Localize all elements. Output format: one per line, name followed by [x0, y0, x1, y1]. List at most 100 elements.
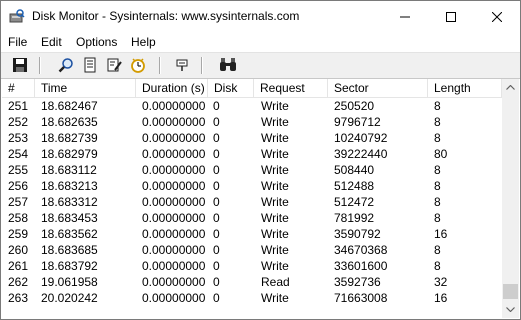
cell-duration: 0.00000000 — [142, 99, 206, 113]
disk-monitor-app-icon — [9, 9, 25, 25]
menu-edit[interactable]: Edit — [41, 35, 62, 49]
list-rows: 251 18.682467 0.00000000 0 Write 250520 8 252 18… — [2, 98, 502, 306]
highlight-icon[interactable] — [105, 56, 123, 74]
table-row[interactable]: 258 18.683453 0.00000000 0 Write 781992 8 — [2, 210, 502, 226]
event-list[interactable]: # Time Duration (s) Disk Request Sector … — [2, 79, 502, 318]
cell-sector: 508440 — [334, 163, 375, 177]
cell-time: 18.683453 — [41, 211, 98, 225]
close-button[interactable] — [474, 1, 520, 32]
cell-sector: 34670368 — [334, 243, 388, 257]
list-header: # Time Duration (s) Disk Request Sector … — [2, 79, 502, 98]
table-row[interactable]: 261 18.683792 0.00000000 0 Write 33601600 8 — [2, 258, 502, 274]
cell-disk: 0 — [213, 275, 220, 289]
save-icon[interactable] — [11, 56, 29, 74]
menu-help[interactable]: Help — [131, 35, 156, 49]
cell-sector: 3592736 — [334, 275, 381, 289]
maximize-button[interactable] — [428, 1, 474, 32]
cell-request: Write — [261, 131, 289, 145]
cell-length: 8 — [434, 195, 441, 209]
table-row[interactable]: 254 18.682979 0.00000000 0 Write 39222440 80 — [2, 146, 502, 162]
maximize-icon — [446, 11, 456, 22]
cell-number: 257 — [8, 195, 29, 209]
vertical-scrollbar[interactable] — [502, 79, 519, 318]
table-row[interactable]: 259 18.683562 0.00000000 0 Write 3590792 16 — [2, 226, 502, 242]
cell-disk: 0 — [213, 115, 220, 129]
cell-duration: 0.00000000 — [142, 147, 206, 161]
cell-request: Write — [261, 211, 289, 225]
disk-monitor-window: Disk Monitor - Sysinternals: www.sysinte… — [0, 0, 521, 320]
cell-duration: 0.00000000 — [142, 115, 206, 129]
cell-disk: 0 — [213, 227, 220, 241]
cell-request: Write — [261, 195, 289, 209]
column-header-length[interactable]: Length — [428, 79, 502, 97]
cell-sector: 33601600 — [334, 259, 388, 273]
filter-icon[interactable] — [81, 56, 99, 74]
scroll-down-button[interactable] — [502, 301, 519, 318]
cell-time: 18.683685 — [41, 243, 98, 257]
cell-disk: 0 — [213, 147, 220, 161]
cell-length: 8 — [434, 115, 441, 129]
table-row[interactable]: 263 20.020242 0.00000000 0 Write 71663008 16 — [2, 290, 502, 306]
table-row[interactable]: 255 18.683112 0.00000000 0 Write 508440 8 — [2, 162, 502, 178]
scroll-up-button[interactable] — [502, 79, 519, 96]
column-header-number[interactable]: # — [2, 79, 35, 97]
table-row[interactable]: 253 18.682739 0.00000000 0 Write 10240792 8 — [2, 130, 502, 146]
find-icon[interactable] — [219, 56, 237, 74]
cell-disk: 0 — [213, 179, 220, 193]
capture-icon[interactable] — [173, 56, 191, 74]
cell-duration: 0.00000000 — [142, 131, 206, 145]
table-row[interactable]: 257 18.683312 0.00000000 0 Write 512472 8 — [2, 194, 502, 210]
column-header-disk[interactable]: Disk — [208, 79, 254, 97]
cell-length: 16 — [434, 227, 448, 241]
menu-options[interactable]: Options — [76, 35, 117, 49]
cell-duration: 0.00000000 — [142, 243, 206, 257]
cell-number: 256 — [8, 179, 29, 193]
cell-duration: 0.00000000 — [142, 259, 206, 273]
cell-request: Write — [261, 227, 289, 241]
column-header-time[interactable]: Time — [35, 79, 136, 97]
column-header-sector[interactable]: Sector — [328, 79, 428, 97]
cell-sector: 71663008 — [334, 291, 388, 305]
cell-sector: 9796712 — [334, 115, 381, 129]
title-bar[interactable]: Disk Monitor - Sysinternals: www.sysinte… — [1, 1, 520, 32]
toolbar-separator — [39, 57, 41, 74]
cell-disk: 0 — [213, 131, 220, 145]
cell-length: 8 — [434, 259, 441, 273]
cell-disk: 0 — [213, 259, 220, 273]
clock-icon[interactable] — [129, 56, 147, 74]
table-row[interactable]: 252 18.682635 0.00000000 0 Write 9796712 8 — [2, 114, 502, 130]
cell-time: 18.682467 — [41, 99, 98, 113]
cell-length: 8 — [434, 179, 441, 193]
cell-sector: 512488 — [334, 179, 375, 193]
chevron-up-icon — [506, 85, 515, 90]
table-row[interactable]: 256 18.683213 0.00000000 0 Write 512488 8 — [2, 178, 502, 194]
cell-time: 18.683213 — [41, 179, 98, 193]
scroll-thumb[interactable] — [503, 284, 518, 299]
column-header-duration[interactable]: Duration (s) — [136, 79, 208, 97]
cell-length: 8 — [434, 243, 441, 257]
cell-duration: 0.00000000 — [142, 227, 206, 241]
cell-number: 254 — [8, 147, 29, 161]
cell-number: 258 — [8, 211, 29, 225]
cell-length: 8 — [434, 131, 441, 145]
cell-time: 20.020242 — [41, 291, 98, 305]
cell-number: 262 — [8, 275, 29, 289]
cell-disk: 0 — [213, 211, 220, 225]
cell-time: 19.061958 — [41, 275, 98, 289]
cell-sector: 39222440 — [334, 147, 388, 161]
cell-number: 252 — [8, 115, 29, 129]
cell-number: 251 — [8, 99, 29, 113]
table-row[interactable]: 260 18.683685 0.00000000 0 Write 34670368 8 — [2, 242, 502, 258]
cell-duration: 0.00000000 — [142, 211, 206, 225]
cell-disk: 0 — [213, 195, 220, 209]
menu-file[interactable]: File — [8, 35, 27, 49]
table-row[interactable]: 262 19.061958 0.00000000 0 Read 3592736 32 — [2, 274, 502, 290]
cell-sector: 250520 — [334, 99, 375, 113]
minimize-button[interactable] — [382, 1, 428, 32]
cell-length: 8 — [434, 99, 441, 113]
table-row[interactable]: 251 18.682467 0.00000000 0 Write 250520 8 — [2, 98, 502, 114]
cell-request: Write — [261, 179, 289, 193]
column-header-request[interactable]: Request — [254, 79, 328, 97]
magnifier-icon[interactable] — [57, 56, 75, 74]
cell-time: 18.682979 — [41, 147, 98, 161]
